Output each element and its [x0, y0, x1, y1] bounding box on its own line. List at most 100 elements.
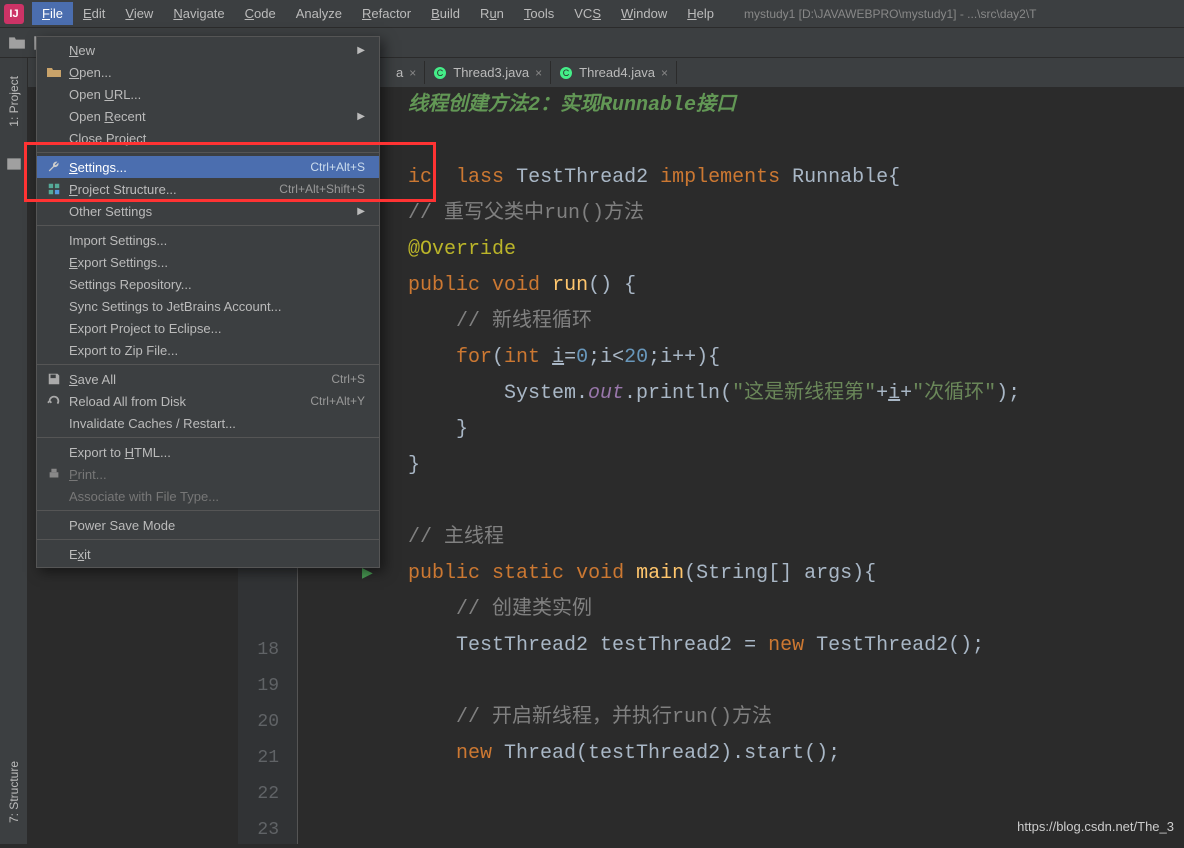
- menu-item-settings-repository[interactable]: Settings Repository...: [37, 273, 379, 295]
- svg-text:C: C: [437, 68, 444, 78]
- menu-item-export-project-to-eclipse[interactable]: Export Project to Eclipse...: [37, 317, 379, 339]
- menubar-item-navigate[interactable]: Navigate: [163, 2, 234, 25]
- menu-item-sync-settings-to-jetbrains-account[interactable]: Sync Settings to JetBrains Account...: [37, 295, 379, 317]
- menu-item-print: Print...: [37, 463, 379, 485]
- menu-item-settings[interactable]: Settings...Ctrl+Alt+S: [37, 156, 379, 178]
- menu-item-label: Settings...: [69, 160, 310, 175]
- tab-label: a: [396, 65, 403, 80]
- menu-item-open-url[interactable]: Open URL...: [37, 83, 379, 105]
- menu-item-associate-with-file-type: Associate with File Type...: [37, 485, 379, 507]
- sidebar-project-tab[interactable]: 1: Project: [5, 68, 23, 135]
- menu-item-export-to-zip-file[interactable]: Export to Zip File...: [37, 339, 379, 361]
- sidebar-structure-tab[interactable]: 7: Structure: [5, 753, 23, 831]
- menu-item-label: Sync Settings to JetBrains Account...: [69, 299, 365, 314]
- code-line: System.out.println("这是新线程第"+i+"次循环");: [408, 376, 1184, 412]
- submenu-arrow-icon: ▶: [357, 45, 365, 56]
- blank-icon: [45, 130, 63, 146]
- menu-item-label: Invalidate Caches / Restart...: [69, 416, 365, 431]
- blank-icon: [45, 298, 63, 314]
- menubar-item-analyze[interactable]: Analyze: [286, 2, 352, 25]
- menubar-item-window[interactable]: Window: [611, 2, 677, 25]
- menu-separator: [37, 437, 379, 438]
- watermark-text: https://blog.csdn.net/The_3: [1017, 819, 1174, 834]
- tab-label: Thread4.java: [579, 65, 655, 80]
- menu-shortcut: Ctrl+Alt+S: [310, 160, 365, 174]
- blank-icon: [45, 276, 63, 292]
- menu-item-invalidate-caches-restart[interactable]: Invalidate Caches / Restart...: [37, 412, 379, 434]
- menubar-item-edit[interactable]: Edit: [73, 2, 115, 25]
- menu-item-label: Import Settings...: [69, 233, 365, 248]
- menu-item-new[interactable]: New▶: [37, 39, 379, 61]
- blank-icon: [45, 232, 63, 248]
- menu-item-label: Open...: [69, 65, 365, 80]
- folder-tree-icon[interactable]: [5, 155, 23, 173]
- menubar-item-refactor[interactable]: Refactor: [352, 2, 421, 25]
- menu-item-label: Close Project: [69, 131, 365, 146]
- blank-icon: [45, 444, 63, 460]
- code-line: }: [408, 412, 1184, 448]
- window-title: mystudy1 [D:\JAVAWEBPRO\mystudy1] - ...\…: [744, 7, 1037, 21]
- code-line: @Override: [408, 232, 1184, 268]
- code-line: ▶public static void main(String[] args){: [408, 556, 1184, 592]
- menu-item-label: Print...: [69, 467, 365, 482]
- menubar-item-build[interactable]: Build: [421, 2, 470, 25]
- menu-item-label: Settings Repository...: [69, 277, 365, 292]
- menu-item-open-recent[interactable]: Open Recent▶: [37, 105, 379, 127]
- code-editor[interactable]: 线程创建方法2：实现Runnable接口 ic lass TestThread2…: [298, 88, 1184, 844]
- code-line: // 新线程循环: [408, 304, 1184, 340]
- code-line: ic lass TestThread2 implements Runnable{: [408, 160, 1184, 196]
- menubar-item-help[interactable]: Help: [677, 2, 724, 25]
- open-folder-icon[interactable]: [8, 34, 26, 52]
- menubar-item-code[interactable]: Code: [235, 2, 286, 25]
- menu-item-export-to-html[interactable]: Export to HTML...: [37, 441, 379, 463]
- code-line: [408, 484, 1184, 520]
- menu-item-reload-all-from-disk[interactable]: Reload All from DiskCtrl+Alt+Y: [37, 390, 379, 412]
- menubar-item-vcs[interactable]: VCS: [564, 2, 611, 25]
- code-line: // 开启新线程，并执行run()方法: [408, 700, 1184, 736]
- menubar-item-file[interactable]: File: [32, 2, 73, 25]
- menubar-item-tools[interactable]: Tools: [514, 2, 564, 25]
- blank-icon: [45, 546, 63, 562]
- blank-icon: [45, 254, 63, 270]
- close-icon[interactable]: ×: [535, 66, 542, 80]
- submenu-arrow-icon: ▶: [357, 206, 365, 217]
- blank-icon: [45, 415, 63, 431]
- menu-shortcut: Ctrl+Alt+Y: [310, 394, 365, 408]
- menu-separator: [37, 152, 379, 153]
- menu-item-label: Open Recent: [69, 109, 349, 124]
- menu-item-save-all[interactable]: Save AllCtrl+S: [37, 368, 379, 390]
- menu-shortcut: Ctrl+S: [331, 372, 365, 386]
- blank-icon: [45, 488, 63, 504]
- menu-item-open[interactable]: Open...: [37, 61, 379, 83]
- editor-tab[interactable]: C Thread4.java ×: [551, 61, 677, 84]
- code-line: [408, 124, 1184, 160]
- menu-item-close-project[interactable]: Close Project: [37, 127, 379, 149]
- menubar-item-run[interactable]: Run: [470, 2, 514, 25]
- menu-item-label: Export to HTML...: [69, 445, 365, 460]
- menu-item-label: Export to Zip File...: [69, 343, 365, 358]
- menu-item-other-settings[interactable]: Other Settings▶: [37, 200, 379, 222]
- menu-item-project-structure[interactable]: Project Structure...Ctrl+Alt+Shift+S: [37, 178, 379, 200]
- java-class-icon: C: [559, 66, 573, 80]
- app-logo-icon: IJ: [4, 4, 24, 24]
- code-line: for(int i=0;i<20;i++){: [408, 340, 1184, 376]
- code-line: public void run() {: [408, 268, 1184, 304]
- blank-icon: [45, 342, 63, 358]
- blank-icon: [45, 320, 63, 336]
- close-icon[interactable]: ×: [409, 66, 416, 80]
- menu-item-label: Reload All from Disk: [69, 394, 310, 409]
- close-icon[interactable]: ×: [661, 66, 668, 80]
- menu-item-exit[interactable]: Exit: [37, 543, 379, 565]
- code-line: // 创建类实例: [408, 592, 1184, 628]
- menu-item-label: Power Save Mode: [69, 518, 365, 533]
- menu-item-import-settings[interactable]: Import Settings...: [37, 229, 379, 251]
- editor-tab[interactable]: C Thread3.java ×: [425, 61, 551, 84]
- menu-item-power-save-mode[interactable]: Power Save Mode: [37, 514, 379, 536]
- editor-tab[interactable]: a ×: [388, 61, 425, 84]
- menu-item-label: Export Project to Eclipse...: [69, 321, 365, 336]
- menu-item-export-settings[interactable]: Export Settings...: [37, 251, 379, 273]
- code-line: 线程创建方法2：实现Runnable接口: [408, 88, 1184, 124]
- code-line: new Thread(testThread2).start();: [408, 736, 1184, 772]
- code-line: // 主线程: [408, 520, 1184, 556]
- menubar-item-view[interactable]: View: [115, 2, 163, 25]
